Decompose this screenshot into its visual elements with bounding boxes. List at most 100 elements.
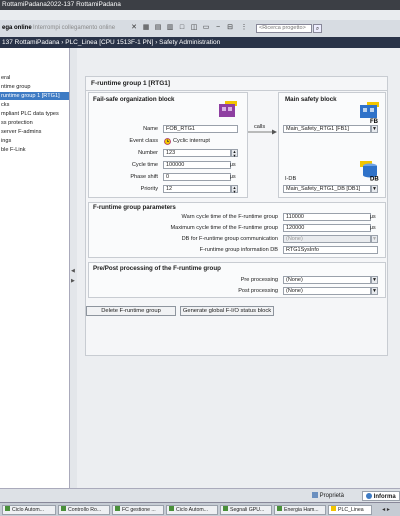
priority-spinner-icon[interactable]: ▲ ▼ <box>231 185 238 193</box>
fob-priority-input[interactable]: 12 <box>163 185 231 193</box>
fb-block-icon: FB <box>360 102 380 125</box>
max-cycle-input[interactable]: 120000 <box>283 224 371 232</box>
warn-cycle-label: Warn cycle time of the F-runtime group <box>181 214 278 220</box>
taskbar-scroll-icon[interactable]: ◂ ▸ <box>376 506 396 514</box>
fob-name-label: Name <box>143 126 158 132</box>
project-search-input[interactable] <box>256 24 312 33</box>
toolbar-window-icon[interactable]: □ <box>178 24 186 32</box>
tab-properties[interactable]: Proprietà <box>312 491 344 501</box>
nav-item-settings[interactable]: ings <box>0 137 69 145</box>
calls-arrow-icon <box>248 129 278 135</box>
comm-db-label: DB for F-runtime group communication <box>181 236 278 242</box>
fb-select[interactable]: Main_Safety_RTG1 [FB1] <box>283 125 371 133</box>
tab-info[interactable]: Informa <box>362 491 400 501</box>
fob-phase-label: Phase shift <box>130 174 158 180</box>
panel-splitter[interactable]: ◀ ▶ <box>70 48 77 488</box>
toolbar-tile-icon[interactable]: ⊟ <box>226 24 234 32</box>
block-icon <box>223 506 228 511</box>
toolbar-more-icon[interactable]: ⋮ <box>240 24 248 32</box>
toolbar-cross-icon[interactable]: ✕ <box>130 24 138 32</box>
delete-runtime-group-button[interactable]: Delete F-runtime group <box>86 306 176 316</box>
pre-processing-label: Pre processing <box>240 277 278 283</box>
max-cycle-label: Maximum cycle time of the F-runtime grou… <box>170 225 278 231</box>
nav-item-plc-data-types[interactable]: mpliant PLC data types <box>0 110 69 118</box>
clock-icon <box>164 138 171 145</box>
taskbar-item[interactable]: Segnali GPU... <box>220 505 272 515</box>
properties-icon <box>312 492 318 499</box>
taskbar: Ciclo Autom... Controllo Ro... FC gestio… <box>0 502 400 516</box>
nav-item-general[interactable]: eral <box>0 74 69 82</box>
collapse-left-icon[interactable]: ◀ <box>71 268 75 274</box>
divider <box>86 90 388 91</box>
taskbar-item-label: Energia Ham... <box>284 507 319 513</box>
toolbar-grid2-icon[interactable]: ▤ <box>154 24 162 32</box>
info-db-input[interactable]: RTG1SysInfo <box>283 246 378 254</box>
taskbar-item[interactable]: Energia Ham... <box>274 505 326 515</box>
taskbar-item-label: FC gestione ... <box>122 507 156 513</box>
nav-item-runtime-group[interactable]: ntime group <box>0 83 69 91</box>
search-go-icon[interactable]: ⌕ <box>313 24 322 33</box>
collapse-right-icon[interactable]: ▶ <box>71 278 75 284</box>
nav-item-access-protection[interactable]: ss protection <box>0 119 69 127</box>
nav-item-blocks[interactable]: cks <box>0 101 69 109</box>
nav-item-flexible-f-link[interactable]: ble F-Link <box>0 146 69 154</box>
taskbar-item[interactable]: Ciclo Autom... <box>2 505 56 515</box>
post-processing-select[interactable]: (None) <box>283 287 371 295</box>
toolbar-split-icon[interactable]: ◫ <box>190 24 198 32</box>
idb-label: I-DB <box>285 176 297 182</box>
taskbar-item[interactable]: Controllo Ro... <box>58 505 110 515</box>
taskbar-item[interactable]: Ciclo Autom... <box>166 505 218 515</box>
toolbar-layout-icon[interactable]: ▭ <box>202 24 210 32</box>
post-processing-dropdown-icon[interactable]: ▼ <box>371 287 378 295</box>
nav-item-web-server[interactable]: server F-admins <box>0 128 69 136</box>
go-online-button[interactable]: ega online <box>2 25 32 31</box>
info-db-label: F-runtime group information DB <box>199 247 278 253</box>
taskbar-item-label: Segnali GPU... <box>230 507 265 513</box>
block-icon <box>5 506 10 511</box>
generate-status-block-button[interactable]: Generate global F-I/O status block <box>180 306 274 316</box>
idb-dropdown-icon[interactable]: ▼ <box>371 185 378 193</box>
idb-select[interactable]: Main_Safety_RTG1_DB [DB1] <box>283 185 371 193</box>
info-icon <box>366 493 372 500</box>
disconnect-online-button[interactable]: Interrompi collegamento online <box>33 25 115 31</box>
fob-name-input[interactable]: FOB_RTG1 <box>163 125 238 133</box>
db-block-icon: DB <box>360 161 380 183</box>
toolbar-grid-icon[interactable]: ▦ <box>142 24 150 32</box>
warn-cycle-input[interactable]: 110000 <box>283 213 371 221</box>
pre-processing-select[interactable]: (None) <box>283 276 371 284</box>
nav-item-runtime-group-1[interactable]: runtime group 1 [RTG1] <box>0 92 69 100</box>
fob-cycle-unit: μs <box>230 162 236 168</box>
params-heading: F-runtime group parameters <box>93 204 176 211</box>
block-icon <box>277 506 282 511</box>
fob-cycle-label: Cycle time <box>131 162 158 168</box>
toolbar: ega online Interrompi collegamento onlin… <box>0 20 400 38</box>
fb-dropdown-icon[interactable]: ▼ <box>371 125 378 133</box>
fob-block-icon <box>219 101 237 117</box>
fob-phase-unit: μs <box>230 174 236 180</box>
tab-info-label: Informa <box>373 494 396 500</box>
plc-icon <box>331 506 336 511</box>
fob-number-input[interactable]: 123 <box>163 149 231 157</box>
pre-processing-dropdown-icon[interactable]: ▼ <box>371 276 378 284</box>
taskbar-item-label: Controllo Ro... <box>68 507 102 513</box>
breadcrumb: 137 RottamiPadana › PLC_Linea [CPU 1513F… <box>0 37 400 48</box>
db-icon-text: DB <box>370 177 379 182</box>
warn-cycle-unit: μs <box>370 214 376 220</box>
taskbar-item-active[interactable]: PLC_Linea <box>328 505 372 515</box>
block-icon <box>61 506 66 511</box>
number-spinner-icon[interactable]: ▲ ▼ <box>231 149 238 157</box>
fob-cycle-input[interactable]: 100000 <box>163 161 231 169</box>
fb-icon-text: FB <box>370 119 379 124</box>
taskbar-item[interactable]: FC gestione ... <box>112 505 164 515</box>
inspector-tabs: Proprietà Informa <box>0 488 400 502</box>
toolbar-minimize-icon[interactable]: − <box>214 24 222 32</box>
comm-db-dropdown-icon[interactable]: ▼ <box>371 235 378 243</box>
fob-phase-input[interactable]: 0 <box>163 173 231 181</box>
max-cycle-unit: μs <box>370 225 376 231</box>
toolbar-grid3-icon[interactable]: ▥ <box>166 24 174 32</box>
taskbar-item-label: Ciclo Autom... <box>176 507 209 513</box>
post-processing-label: Post processing <box>238 288 278 294</box>
fob-heading: Fail-safe organization block <box>93 96 175 103</box>
comm-db-select[interactable]: (None) <box>283 235 371 243</box>
taskbar-item-label: Ciclo Autom... <box>12 507 45 513</box>
